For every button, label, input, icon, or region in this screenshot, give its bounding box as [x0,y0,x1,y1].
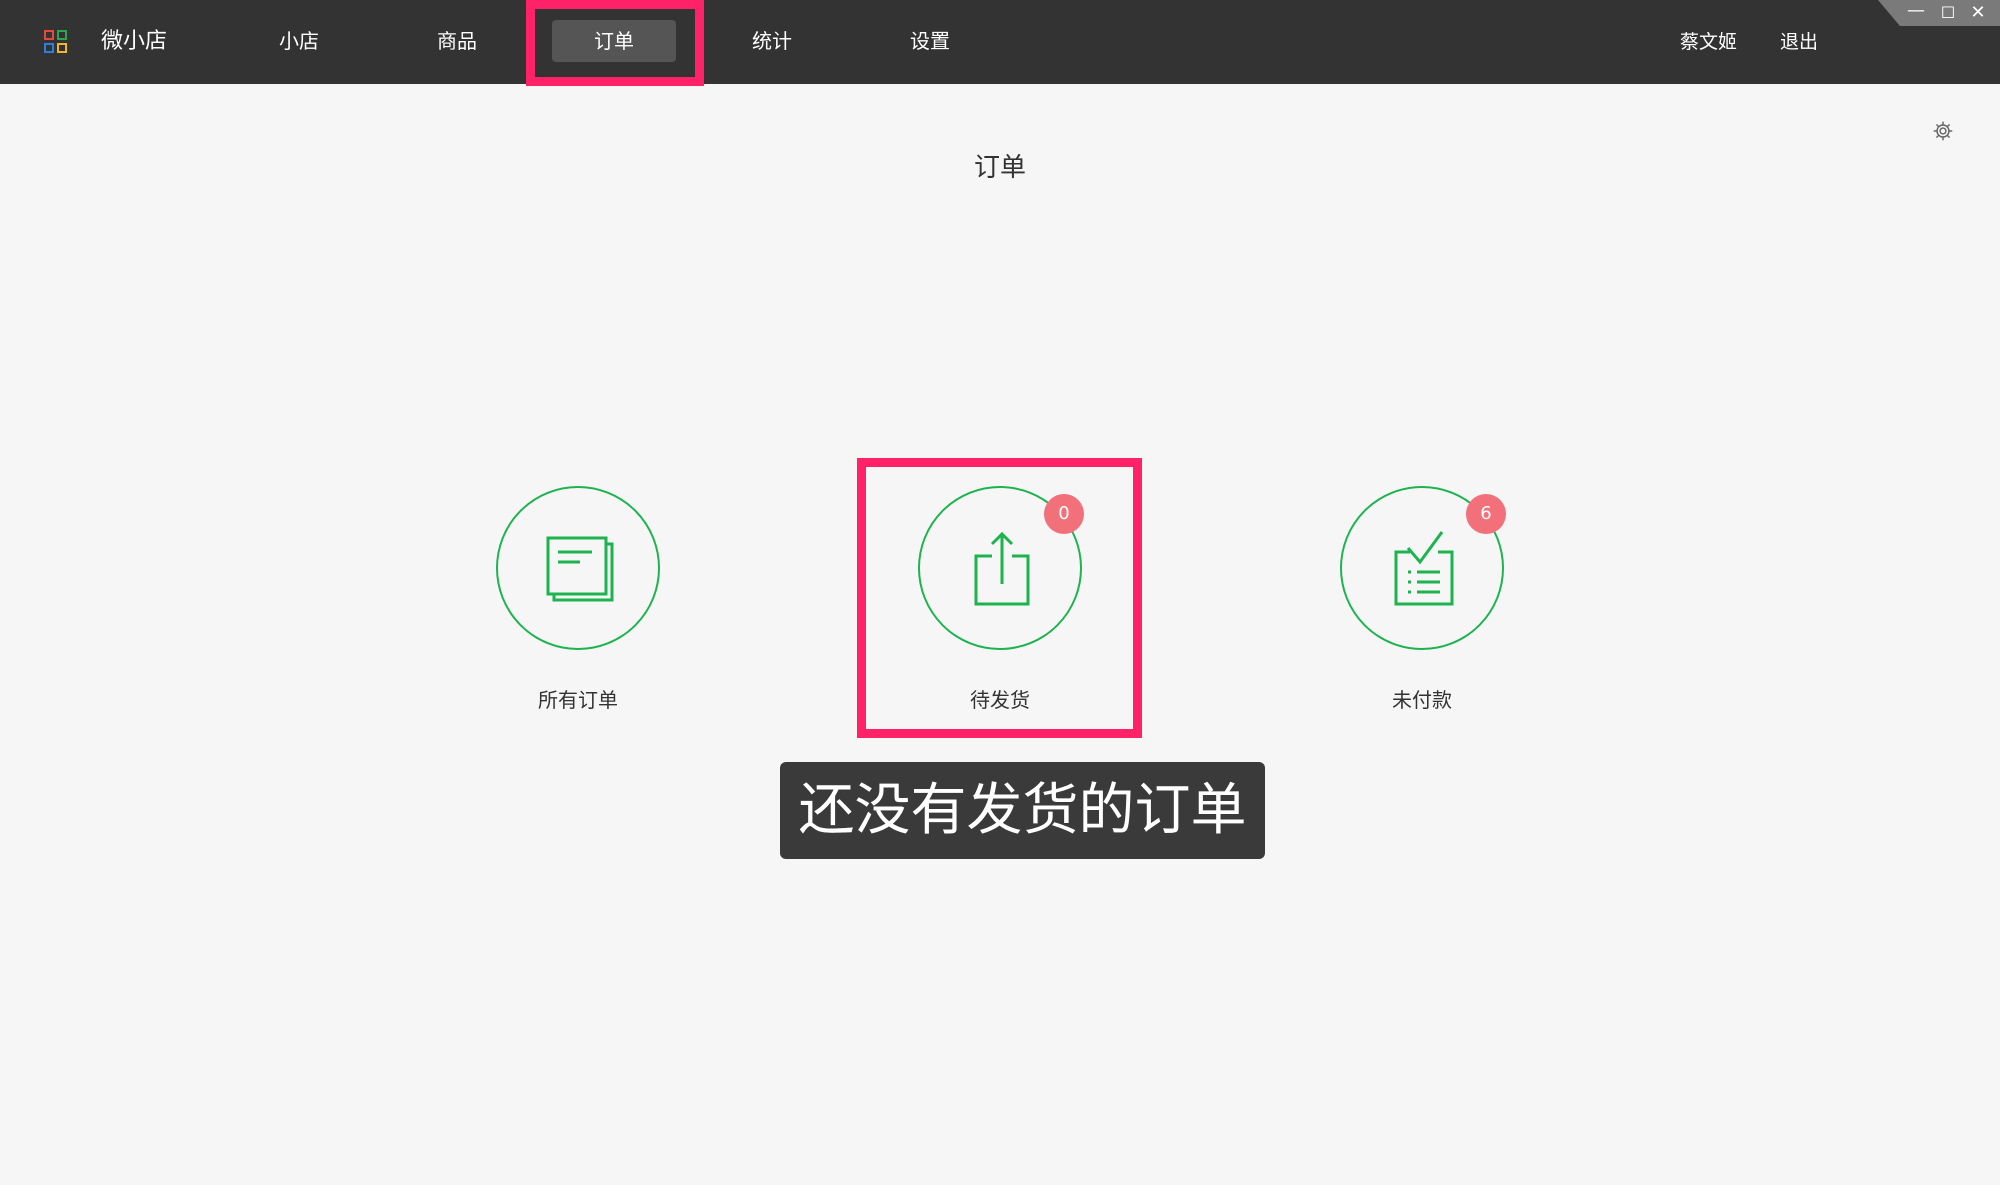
pending-shipment-card[interactable]: 0 待发货 [918,486,1084,714]
close-window-icon[interactable]: ✕ [1967,2,1989,24]
nav-item-statistics[interactable]: 统计 [710,20,834,62]
minimize-window-icon[interactable]: — [1905,0,1927,22]
top-navigation-bar: 微小店 小店 商品 订单 统计 设置 蔡文姬 退出 — ☐ ✕ [0,0,2000,84]
page-title: 订单 [973,153,1026,183]
unpaid-circle: 6 [1340,486,1506,650]
nav-item-settings[interactable]: 设置 [868,20,992,62]
checklist-icon [1394,531,1454,606]
pending-shipment-circle: 0 [918,486,1084,650]
app-logo-icon [44,30,68,54]
pending-shipment-label: 待发货 [970,688,1030,712]
pending-shipment-badge: 0 [1044,494,1084,534]
nav-item-products[interactable]: 商品 [395,20,519,62]
unpaid-card[interactable]: 6 未付款 [1340,486,1506,714]
all-orders-label: 所有订单 [538,688,618,712]
gear-icon[interactable] [1932,120,1954,142]
unpaid-label: 未付款 [1392,688,1452,712]
caption-subtitle: 还没有发货的订单 [780,762,1265,859]
maximize-window-icon[interactable]: ☐ [1937,2,1959,24]
logout-link[interactable]: 退出 [1780,26,1818,58]
app-name: 微小店 [101,29,168,54]
share-upload-icon [974,531,1030,606]
all-orders-circle [496,486,660,650]
unpaid-badge: 6 [1466,494,1506,534]
user-name[interactable]: 蔡文姬 [1680,26,1737,58]
nav-item-orders[interactable]: 订单 [552,20,676,62]
nav-item-shop[interactable]: 小店 [237,20,361,62]
documents-icon [546,536,614,602]
all-orders-card[interactable]: 所有订单 [496,486,660,714]
